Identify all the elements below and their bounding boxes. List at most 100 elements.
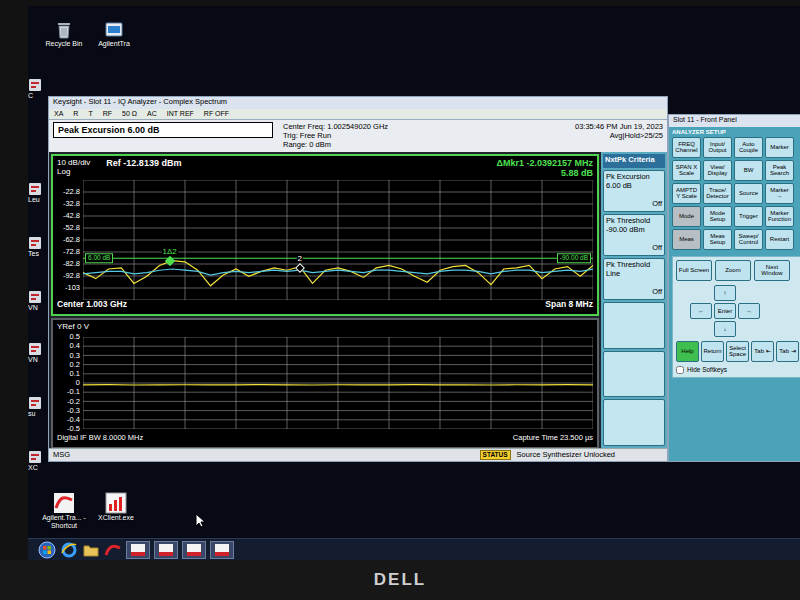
taskbar-app[interactable] [154, 541, 178, 559]
annunciator: AC [145, 110, 159, 118]
taskbar-app[interactable] [210, 541, 234, 559]
taskbar-app[interactable] [182, 541, 206, 559]
icon-label: C [28, 92, 33, 100]
front-panel-key[interactable]: SPAN X Scale [672, 160, 701, 181]
application-icon [28, 182, 42, 196]
softkey-label: Pk Threshold Line [606, 261, 662, 278]
front-panel-key[interactable]: View/ Display [703, 160, 732, 181]
arrow-key[interactable]: ↑ [714, 285, 736, 301]
desktop-icon[interactable]: XClient.exe [92, 492, 140, 522]
xclient-icon [105, 492, 127, 514]
desktop-icon[interactable]: XC [28, 450, 47, 472]
front-panel-key[interactable]: Source [734, 183, 763, 204]
trace-line [83, 269, 593, 275]
taskbar-app[interactable] [126, 541, 150, 559]
front-panel-key[interactable]: Mode Setup [703, 206, 732, 227]
front-panel-key[interactable]: Meas [672, 229, 701, 250]
front-panel-key[interactable]: Help [676, 341, 699, 362]
analyzer-window[interactable]: Keysight - Slot 11 - IQ Analyzer - Compl… [48, 96, 668, 462]
icon-label: Tes [28, 250, 39, 258]
arrow-key[interactable]: Enter [714, 303, 736, 319]
hide-softkeys-checkbox[interactable] [676, 366, 684, 374]
front-panel-key[interactable]: BW [734, 160, 763, 181]
softkey[interactable] [603, 302, 665, 349]
front-panel-key[interactable]: Trace/ Detector [703, 183, 732, 204]
desktop-icon[interactable]: Agilent.Tra... - Shortcut [38, 492, 90, 530]
desktop-icon[interactable]: VN [28, 342, 47, 364]
softkey-value: -90.00 dBm [606, 226, 662, 235]
desktop-icon[interactable]: Tes [28, 236, 47, 258]
window-title: Keysight - Slot 11 - IQ Analyzer - Compl… [49, 97, 667, 109]
y-tick: -92.8 [63, 272, 80, 281]
annunciator: RF [101, 110, 114, 118]
front-panel-key[interactable]: FREQ Channel [672, 137, 701, 158]
brand-logo: DELL [374, 570, 426, 590]
desktop-icon[interactable]: Recycle Bin [40, 20, 88, 48]
status-bar: MSG STATUS Source Synthesizer Unlocked [49, 448, 667, 461]
front-panel-key[interactable]: Restart [765, 229, 794, 250]
desktop-icon[interactable]: VN [28, 290, 47, 312]
desktop-icon[interactable]: su [28, 396, 47, 418]
marker-label: 2 [297, 254, 303, 263]
setting: Trig: Free Run [283, 131, 388, 140]
status-badge[interactable]: STATUS [480, 450, 511, 459]
softkey-value: 6.00 dB [606, 182, 662, 191]
arrow-key[interactable]: ↓ [714, 321, 736, 337]
spectrum-plot[interactable]: 6.00 dB-90.00 dB1Δ22 [83, 180, 593, 300]
desktop-icon[interactable]: C [28, 78, 47, 100]
arrow-key[interactable]: ← [690, 303, 712, 319]
window-key[interactable]: Full Screen [676, 260, 712, 281]
front-panel-key[interactable]: Return [701, 341, 724, 362]
setting: Range: 0 dBm [283, 140, 388, 149]
front-panel-key[interactable]: AMPTD Y Scale [672, 183, 701, 204]
front-panel-key[interactable]: Trigger [734, 206, 763, 227]
application-icon [104, 20, 124, 40]
front-panel-key[interactable]: Mode [672, 206, 701, 227]
desktop: Recycle BinAgilentTra C Leu Tes VN VN su XC Agil… [28, 6, 800, 560]
trace-line [83, 384, 593, 386]
status-message: Source Synthesizer Unlocked [517, 451, 615, 460]
softkey[interactable] [603, 399, 665, 446]
waveform-plot[interactable] [83, 337, 593, 429]
message-label: MSG [53, 451, 70, 460]
front-panel-key[interactable]: Marker [765, 137, 794, 158]
front-panel-key[interactable]: Sweep/ Control [734, 229, 763, 250]
annunciator: R [71, 110, 80, 118]
front-panel-window[interactable]: Slot 11 - Front PanelANALYZER SETUPFREQ … [668, 114, 800, 462]
desktop-icon[interactable]: Leu [28, 182, 47, 204]
spectrum-pane[interactable]: 10 dB/divLogRef -12.8139 dBmΔMkr1 -2.039… [51, 154, 599, 316]
front-panel-key[interactable]: Auto Couple [734, 137, 763, 158]
center-frequency: Center 1.003 GHz [57, 300, 127, 312]
front-panel-key[interactable]: Marker Function [765, 206, 794, 227]
plot-grid [83, 180, 593, 300]
marker-value: 5.88 dB [496, 168, 593, 178]
span-setting: Span 8 MHz [545, 300, 593, 312]
y-tick: -42.8 [63, 212, 80, 221]
icon-label: Leu [28, 196, 40, 204]
icon-label: VN [28, 356, 38, 364]
front-panel-key[interactable]: Marker → [765, 183, 794, 204]
softkey[interactable]: Pk Threshold-90.00 dBmOff [603, 214, 665, 256]
arrow-key[interactable]: → [738, 303, 760, 319]
y-tick: -62.8 [63, 236, 80, 245]
desktop-icon[interactable]: AgilentTra [90, 20, 138, 48]
softkey[interactable] [603, 351, 665, 398]
y-tick: -0.3 [67, 407, 80, 416]
softkey-state: Off [606, 200, 662, 209]
front-panel-key[interactable]: Input/ Output [703, 137, 732, 158]
softkey[interactable]: Pk Threshold LineOff [603, 258, 665, 300]
active-function[interactable]: Peak Excursion 6.00 dB [53, 122, 273, 138]
hide-softkeys-option[interactable]: Hide Softkeys [676, 366, 800, 374]
window-key[interactable]: Zoom [715, 260, 751, 281]
measurement-header: Peak Excursion 6.00 dBCenter Freq: 1.002… [49, 120, 667, 152]
window-key[interactable]: Next Window [754, 260, 790, 281]
front-panel-key[interactable]: Peak Search [765, 160, 794, 181]
front-panel-key[interactable]: Meas Setup [703, 229, 732, 250]
scale-info: 10 dB/divLog [57, 158, 90, 176]
front-panel-key[interactable]: Tab ⇤ [751, 341, 774, 362]
y-tick: -32.8 [63, 200, 80, 209]
waveform-pane[interactable]: YRef 0 V0.50.40.30.20.10-0.1-0.2-0.3-0.4… [51, 318, 599, 449]
front-panel-key[interactable]: Tab ⇥ [776, 341, 799, 362]
softkey[interactable]: Pk Excursion6.00 dBOff [603, 170, 665, 212]
front-panel-key[interactable]: Select Space [726, 341, 749, 362]
